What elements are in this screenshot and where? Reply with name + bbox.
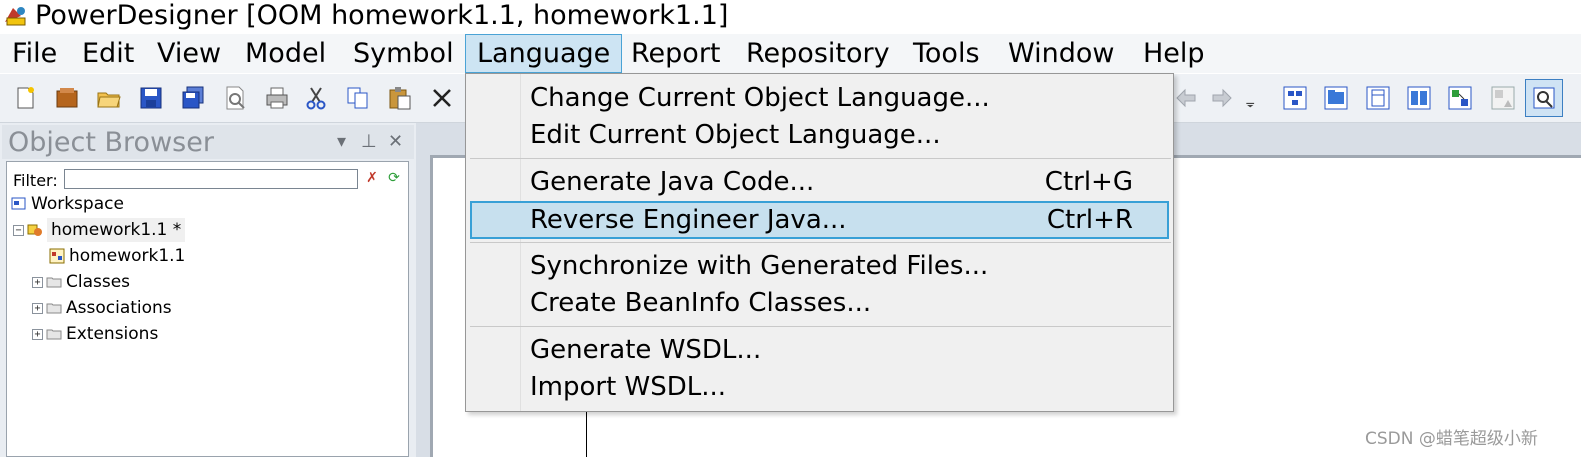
component-icon[interactable] — [1444, 82, 1476, 114]
menu-item-label: Import WSDL... — [530, 372, 727, 402]
inheritance-icon[interactable] — [1487, 82, 1519, 114]
object-browser-header: Object Browser ▾ ⊥ ✕ — [2, 125, 414, 159]
expand-icon[interactable]: + — [32, 276, 43, 288]
menu-help[interactable]: Help — [1143, 34, 1205, 73]
oom-model-icon — [27, 224, 42, 236]
class-icon[interactable] — [1362, 82, 1394, 114]
menu-item-label: Create BeanInfo Classes... — [530, 288, 872, 318]
tree-item-workspace[interactable]: Workspace — [11, 192, 124, 216]
interface-icon[interactable] — [1403, 82, 1435, 114]
refresh-icon[interactable]: ⟳ — [385, 169, 403, 187]
pin-icon[interactable]: ⊥ — [361, 131, 377, 152]
folder-icon — [46, 277, 62, 288]
filter-input[interactable] — [64, 169, 358, 189]
open-icon[interactable] — [93, 82, 125, 114]
menu-tools[interactable]: Tools — [913, 34, 980, 73]
tree-item-label: Extensions — [66, 324, 159, 344]
cut-icon[interactable] — [300, 82, 332, 114]
folder-icon — [46, 329, 62, 340]
menu-edit[interactable]: Edit — [82, 34, 134, 73]
language-menu-dropdown: Change Current Object Language... Edit C… — [465, 73, 1174, 412]
menu-item-shortcut: Ctrl+G — [1044, 167, 1133, 197]
tree-item-label: homework1.1 * — [47, 218, 186, 242]
save-all-icon[interactable] — [177, 82, 209, 114]
menu-item-generate-wsdl[interactable]: Generate WSDL... — [470, 332, 1169, 368]
title-bar: PowerDesigner [OOM homework1.1, homework… — [0, 0, 1581, 34]
save-icon[interactable] — [135, 82, 167, 114]
tree-item-label: Associations — [66, 298, 172, 318]
tree-item-label: homework1.1 — [69, 246, 186, 266]
menu-item-label: Generate Java Code... — [530, 167, 815, 197]
folder-icon — [46, 303, 62, 314]
diagram-icon[interactable] — [1279, 82, 1311, 114]
class-diagram-icon — [49, 248, 65, 264]
tree-item-label: Workspace — [31, 194, 124, 214]
menu-item-edit-object-language[interactable]: Edit Current Object Language... — [470, 117, 1169, 153]
menu-bar: File Edit View Model Symbol Language Rep… — [0, 34, 1581, 73]
tree-item-classes[interactable]: + Classes — [32, 270, 130, 294]
tree-item-extensions[interactable]: + Extensions — [32, 322, 158, 346]
menu-separator — [470, 158, 1171, 159]
package-icon[interactable] — [1320, 82, 1352, 114]
menu-item-generate-java-code[interactable]: Generate Java Code... Ctrl+G — [470, 164, 1169, 200]
model-icon[interactable] — [51, 82, 83, 114]
menu-item-change-object-language[interactable]: Change Current Object Language... — [470, 80, 1169, 116]
menu-language[interactable]: Language — [465, 34, 623, 73]
menu-model[interactable]: Model — [245, 34, 326, 73]
menu-file[interactable]: File — [12, 34, 57, 73]
menu-item-synchronize-generated-files[interactable]: Synchronize with Generated Files... — [470, 248, 1169, 284]
copy-icon[interactable] — [342, 82, 374, 114]
menu-window[interactable]: Window — [1008, 34, 1114, 73]
menu-separator — [470, 242, 1171, 243]
select-tool-icon[interactable] — [1525, 79, 1563, 117]
expand-icon[interactable]: + — [32, 302, 43, 314]
filter-label: Filter: — [13, 171, 58, 190]
object-browser-body: Filter: ✗ ⟳ Workspace − homework1.1 * ho… — [6, 161, 409, 457]
print-icon[interactable] — [261, 82, 293, 114]
powerdesigner-app-icon[interactable] — [3, 4, 29, 28]
menu-view[interactable]: View — [157, 34, 221, 73]
tree-item-model[interactable]: − homework1.1 * — [13, 218, 186, 242]
menu-separator — [470, 326, 1171, 327]
close-icon[interactable]: ✕ — [388, 131, 403, 152]
menu-report[interactable]: Report — [631, 34, 721, 73]
tree-item-label: Classes — [66, 272, 131, 292]
menu-item-label: Synchronize with Generated Files... — [530, 251, 989, 281]
menu-item-label: Edit Current Object Language... — [530, 120, 941, 150]
paste-icon[interactable] — [384, 82, 416, 114]
undo-icon[interactable] — [1170, 82, 1202, 114]
collapse-icon[interactable]: − — [13, 224, 24, 236]
object-browser-title: Object Browser — [8, 127, 214, 158]
delete-icon[interactable] — [426, 82, 458, 114]
expand-icon[interactable]: + — [32, 328, 43, 340]
watermark-text: CSDN @蜡笔超级小新 — [1365, 429, 1538, 449]
object-browser-panel: Object Browser ▾ ⊥ ✕ Filter: ✗ ⟳ Workspa… — [0, 123, 416, 457]
menu-item-label: Generate WSDL... — [530, 335, 762, 365]
clear-filter-icon[interactable]: ✗ — [363, 169, 381, 187]
new-icon[interactable] — [9, 82, 41, 114]
menu-item-create-beaninfo-classes[interactable]: Create BeanInfo Classes... — [470, 285, 1169, 321]
canvas-line — [586, 409, 587, 457]
panel-menu-icon[interactable]: ▾ — [337, 131, 346, 152]
tree-item-diagram[interactable]: homework1.1 — [49, 244, 185, 268]
workspace-icon — [11, 197, 26, 210]
redo-icon[interactable] — [1206, 82, 1238, 114]
tree-item-associations[interactable]: + Associations — [32, 296, 172, 320]
menu-repository[interactable]: Repository — [746, 34, 890, 73]
menu-item-import-wsdl[interactable]: Import WSDL... — [470, 369, 1169, 405]
menu-item-label: Reverse Engineer Java... — [530, 205, 847, 235]
print-preview-icon[interactable] — [219, 82, 251, 114]
menu-item-label: Change Current Object Language... — [530, 83, 990, 113]
toolbar-overflow-icon[interactable] — [1242, 82, 1260, 114]
window-title: PowerDesigner [OOM homework1.1, homework… — [35, 0, 729, 31]
menu-symbol[interactable]: Symbol — [353, 34, 454, 73]
menu-item-shortcut: Ctrl+R — [1046, 205, 1133, 235]
menu-item-reverse-engineer-java[interactable]: Reverse Engineer Java... Ctrl+R — [470, 201, 1169, 239]
